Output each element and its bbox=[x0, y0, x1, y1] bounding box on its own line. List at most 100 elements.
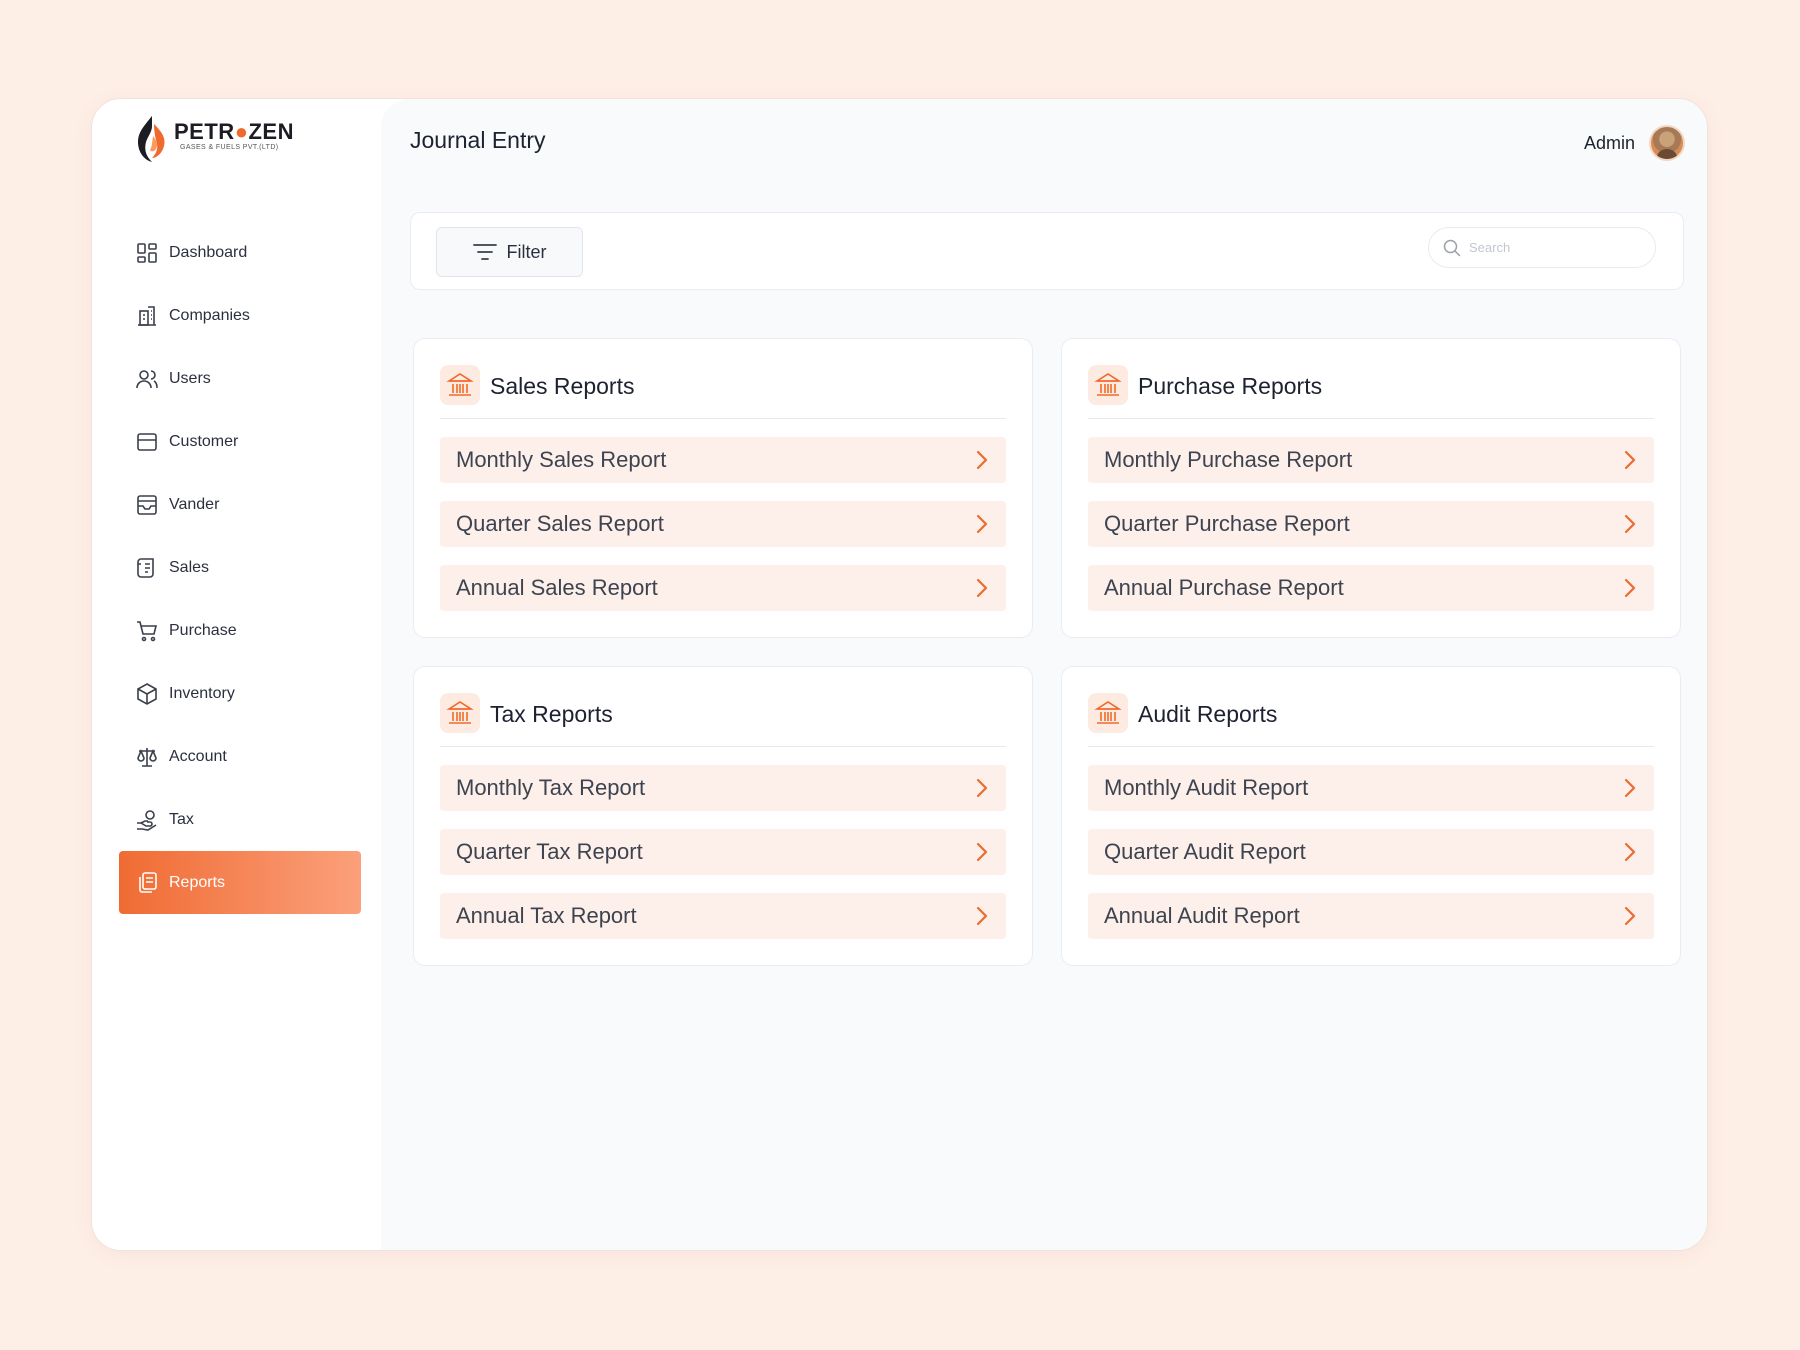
hand-coin-icon bbox=[134, 807, 159, 832]
chevron-right-icon bbox=[976, 578, 988, 598]
main-content: Journal Entry Admin Filter Search Sales … bbox=[381, 99, 1707, 1250]
users-icon bbox=[134, 366, 159, 391]
filter-button[interactable]: Filter bbox=[436, 227, 583, 277]
brand-o-flame-icon: ● bbox=[234, 119, 249, 144]
building-icon bbox=[134, 303, 159, 328]
chevron-right-icon bbox=[976, 906, 988, 926]
report-link[interactable]: Annual Sales Report bbox=[440, 565, 1006, 611]
sidebar-item-label: Tax bbox=[169, 810, 194, 828]
sidebar-item-label: Vander bbox=[169, 495, 220, 513]
report-link[interactable]: Annual Purchase Report bbox=[1088, 565, 1654, 611]
toolbar: Filter bbox=[410, 212, 1684, 290]
search-box[interactable] bbox=[1428, 227, 1656, 268]
sidebar-item-label: Dashboard bbox=[169, 243, 248, 261]
report-label: Monthly Tax Report bbox=[456, 775, 646, 800]
chevron-right-icon bbox=[1624, 778, 1636, 798]
tax-reports-card: Tax Reports Monthly Tax Report Quarter T… bbox=[413, 666, 1033, 966]
sidebar-item-label: Inventory bbox=[169, 684, 235, 702]
card-header: Purchase Reports bbox=[1088, 365, 1654, 419]
report-label: Annual Tax Report bbox=[456, 903, 637, 928]
report-label: Quarter Tax Report bbox=[456, 839, 643, 864]
card-header: Audit Reports bbox=[1088, 693, 1654, 747]
search-input[interactable] bbox=[1469, 240, 1639, 255]
bank-icon bbox=[1088, 365, 1128, 405]
sidebar-item-label: Users bbox=[169, 369, 211, 387]
inbox-icon bbox=[134, 492, 159, 517]
report-link[interactable]: Annual Tax Report bbox=[440, 893, 1006, 939]
report-list: Monthly Sales Report Quarter Sales Repor… bbox=[440, 437, 1006, 629]
sidebar-item-inventory[interactable]: Inventory bbox=[119, 662, 361, 725]
sidebar-item-label: Purchase bbox=[169, 621, 237, 639]
search-icon bbox=[1443, 239, 1461, 256]
sidebar-item-label: Companies bbox=[169, 306, 250, 324]
bank-icon bbox=[440, 693, 480, 733]
report-list: Monthly Tax Report Quarter Tax Report An… bbox=[440, 765, 1006, 957]
report-link[interactable]: Quarter Tax Report bbox=[440, 829, 1006, 875]
report-link[interactable]: Monthly Audit Report bbox=[1088, 765, 1654, 811]
card-header: Tax Reports bbox=[440, 693, 1006, 747]
user-name: Admin bbox=[1583, 132, 1635, 153]
sidebar-item-tax[interactable]: Tax bbox=[119, 788, 361, 851]
chevron-right-icon bbox=[1624, 906, 1636, 926]
chevron-right-icon bbox=[976, 450, 988, 470]
report-link[interactable]: Quarter Audit Report bbox=[1088, 829, 1654, 875]
sidebar-item-vander[interactable]: Vander bbox=[119, 473, 361, 536]
report-label: Annual Purchase Report bbox=[1104, 575, 1344, 600]
chevron-right-icon bbox=[1624, 578, 1636, 598]
report-link[interactable]: Annual Audit Report bbox=[1088, 893, 1654, 939]
brand-logo[interactable]: PETR●ZEN GASES & FUELS PVT.(LTD) bbox=[134, 114, 294, 164]
bank-icon bbox=[440, 365, 480, 405]
sidebar-item-customer[interactable]: Customer bbox=[119, 410, 361, 473]
sales-reports-card: Sales Reports Monthly Sales Report Quart… bbox=[413, 338, 1033, 638]
report-list: Monthly Audit Report Quarter Audit Repor… bbox=[1088, 765, 1654, 957]
chevron-right-icon bbox=[976, 842, 988, 862]
brand-tagline: GASES & FUELS PVT.(LTD) bbox=[180, 144, 279, 151]
reports-icon bbox=[134, 870, 159, 895]
cart-icon bbox=[134, 618, 159, 643]
card-header: Sales Reports bbox=[440, 365, 1006, 419]
report-list: Monthly Purchase Report Quarter Purchase… bbox=[1088, 437, 1654, 629]
report-label: Annual Sales Report bbox=[456, 575, 658, 600]
dashboard-icon bbox=[134, 240, 159, 265]
report-link[interactable]: Quarter Purchase Report bbox=[1088, 501, 1654, 547]
sidebar-item-label: Sales bbox=[169, 558, 210, 576]
sidebar-item-sales[interactable]: Sales bbox=[119, 536, 361, 599]
sidebar-item-companies[interactable]: Companies bbox=[119, 284, 361, 347]
sidebar-item-label: Reports bbox=[169, 873, 226, 891]
briefcase-icon bbox=[134, 429, 159, 454]
card-title: Audit Reports bbox=[1138, 701, 1278, 727]
sidebar: PETR●ZEN GASES & FUELS PVT.(LTD) Dashboa… bbox=[92, 99, 381, 1250]
avatar[interactable] bbox=[1649, 125, 1685, 161]
report-label: Quarter Purchase Report bbox=[1104, 511, 1350, 536]
sidebar-item-label: Account bbox=[169, 747, 227, 765]
sidebar-nav: Dashboard Companies Users Customer Vande… bbox=[119, 221, 361, 914]
filter-icon bbox=[472, 244, 497, 260]
report-link[interactable]: Quarter Sales Report bbox=[440, 501, 1006, 547]
chevron-right-icon bbox=[976, 514, 988, 534]
report-link[interactable]: Monthly Sales Report bbox=[440, 437, 1006, 483]
sidebar-item-dashboard[interactable]: Dashboard bbox=[119, 221, 361, 284]
box-icon bbox=[134, 681, 159, 706]
card-title: Purchase Reports bbox=[1138, 373, 1323, 399]
card-title: Tax Reports bbox=[490, 701, 613, 727]
brand-name: PETR●ZEN bbox=[174, 119, 294, 144]
report-link[interactable]: Monthly Purchase Report bbox=[1088, 437, 1654, 483]
report-label: Monthly Sales Report bbox=[456, 447, 667, 472]
report-link[interactable]: Monthly Tax Report bbox=[440, 765, 1006, 811]
sidebar-item-reports[interactable]: Reports bbox=[119, 851, 361, 914]
page-title: Journal Entry bbox=[410, 127, 546, 153]
audit-reports-card: Audit Reports Monthly Audit Report Quart… bbox=[1061, 666, 1681, 966]
sidebar-item-account[interactable]: Account bbox=[119, 725, 361, 788]
report-label: Monthly Audit Report bbox=[1104, 775, 1309, 800]
chevron-right-icon bbox=[1624, 450, 1636, 470]
sidebar-item-purchase[interactable]: Purchase bbox=[119, 599, 361, 662]
chevron-right-icon bbox=[1624, 514, 1636, 534]
report-label: Annual Audit Report bbox=[1104, 903, 1300, 928]
card-title: Sales Reports bbox=[490, 373, 635, 399]
user-menu[interactable]: Admin bbox=[1584, 125, 1685, 161]
sidebar-item-label: Customer bbox=[169, 432, 239, 450]
sidebar-item-users[interactable]: Users bbox=[119, 347, 361, 410]
report-label: Quarter Audit Report bbox=[1104, 839, 1306, 864]
filter-label: Filter bbox=[506, 241, 547, 262]
scale-icon bbox=[134, 744, 159, 769]
